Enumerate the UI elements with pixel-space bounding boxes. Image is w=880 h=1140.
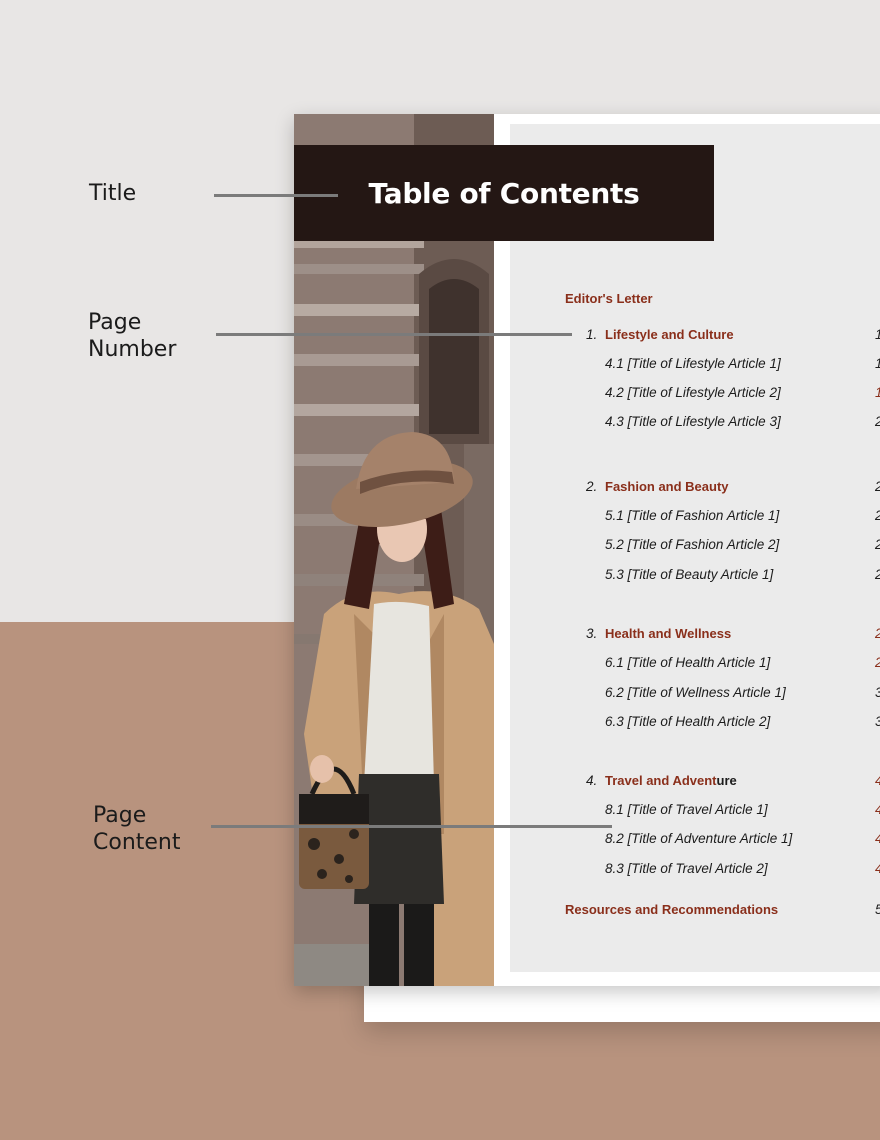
toc-page-number: 1	[875, 356, 880, 371]
toc-page-number: 2	[875, 414, 880, 429]
woman-in-hat-photo	[294, 114, 494, 986]
toc-article-title: 5.2 [Title of Fashion Article 2]	[605, 537, 780, 552]
toc-editors-letter: Editor's Letter	[565, 291, 653, 306]
toc-page-number: 2	[875, 537, 880, 552]
page-title: Table of Contents	[368, 176, 640, 210]
toc-article-title: 4.1 [Title of Lifestyle Article 1]	[605, 356, 781, 371]
toc-page-number: 2	[875, 479, 880, 494]
callout-page-number-leader	[216, 333, 572, 336]
toc-page-number: 3	[875, 685, 880, 700]
toc-section-number: 1.	[586, 327, 598, 342]
toc-article-title: 4.3 [Title of Lifestyle Article 3]	[605, 414, 781, 429]
toc-section-title-tail: ure	[716, 773, 737, 788]
toc-page-number: 2	[875, 626, 880, 641]
toc-article-title: 4.2 [Title of Lifestyle Article 2]	[605, 385, 781, 400]
toc-page-number: 2	[875, 567, 880, 582]
toc-section-title: Lifestyle and Culture	[605, 327, 734, 342]
toc-section-title: Fashion and Beauty	[605, 479, 729, 494]
toc-section-title: Travel and Adventure	[605, 773, 737, 788]
toc-article-title: 5.1 [Title of Fashion Article 1]	[605, 508, 780, 523]
toc-page-number: 4	[875, 861, 880, 876]
toc-page-number: 2	[875, 655, 880, 670]
callout-title-leader	[214, 194, 338, 197]
toc-page-number: 5	[875, 902, 880, 917]
toc-page-number: 4	[875, 773, 880, 788]
callout-page-number: Page Number	[88, 310, 177, 362]
toc-article-title: 8.2 [Title of Adventure Article 1]	[605, 831, 793, 846]
toc-article-title: 8.3 [Title of Travel Article 2]	[605, 861, 768, 876]
toc-section-number: 2.	[586, 479, 598, 494]
toc-article-title: 6.2 [Title of Wellness Article 1]	[605, 685, 786, 700]
toc-resources: Resources and Recommendations	[565, 902, 779, 917]
title-banner: Table of Contents	[294, 145, 714, 241]
toc-page-number: 3	[875, 714, 880, 729]
toc-section-title-main: Travel and Advent	[605, 773, 717, 788]
toc-section-title: Health and Wellness	[605, 626, 732, 641]
toc-article-title: 5.3 [Title of Beauty Article 1]	[605, 567, 774, 582]
toc-article-title: 6.3 [Title of Health Article 2]	[605, 714, 771, 729]
callout-page-content: Page Content	[93, 803, 181, 855]
toc-section-number: 3.	[586, 626, 598, 641]
toc-page-number: 2	[875, 508, 880, 523]
toc-page-number: 4	[875, 831, 880, 846]
toc-article-title: 8.1 [Title of Travel Article 1]	[605, 802, 768, 817]
toc-section-number: 4.	[586, 773, 598, 788]
cover-photo	[294, 114, 494, 986]
toc-page-number: 1	[875, 385, 880, 400]
callout-page-content-leader	[211, 825, 612, 828]
document-page	[294, 114, 880, 986]
toc-page-number: 1	[875, 327, 880, 342]
toc-article-title: 6.1 [Title of Health Article 1]	[605, 655, 771, 670]
callout-title: Title	[89, 181, 137, 206]
toc-page-number: 4	[875, 802, 880, 817]
